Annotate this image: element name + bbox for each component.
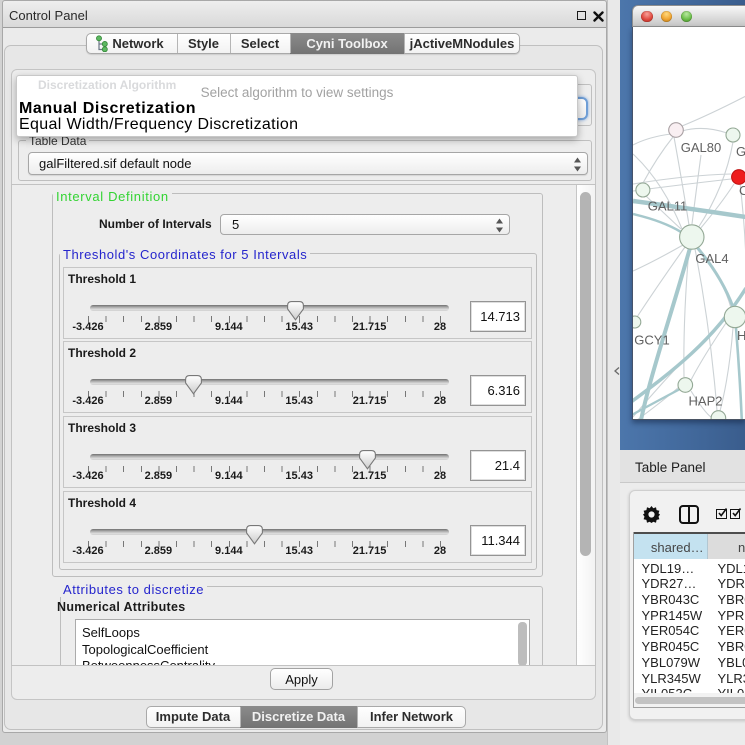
svg-text:HA: HA: [737, 328, 745, 343]
svg-text:CY: CY: [739, 183, 745, 198]
svg-text:GAL1: GAL1: [736, 144, 745, 159]
svg-text:GAL80: GAL80: [681, 140, 721, 155]
svg-text:GCY1: GCY1: [634, 333, 669, 348]
svg-text:GAL11: GAL11: [648, 199, 688, 214]
svg-text:GAL4: GAL4: [695, 251, 728, 266]
svg-text:HAP2: HAP2: [689, 394, 723, 409]
